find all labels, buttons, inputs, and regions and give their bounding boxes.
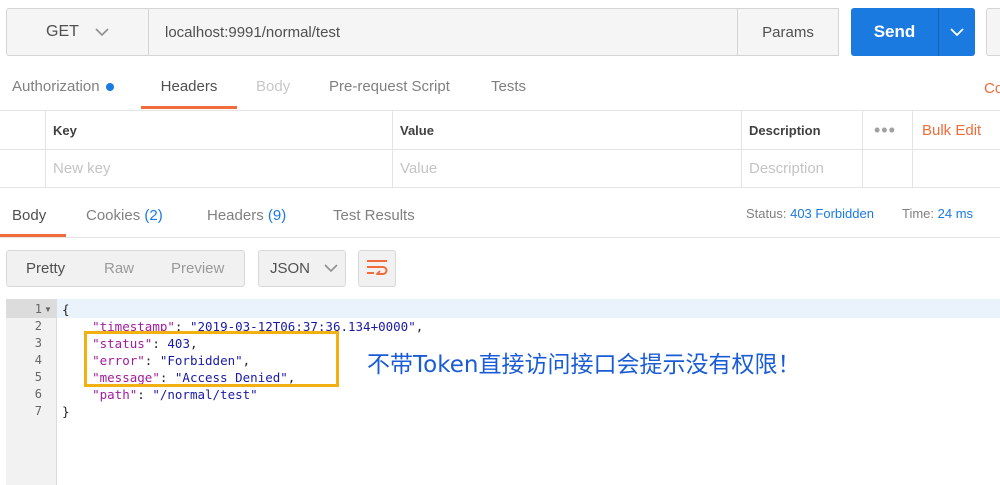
divider xyxy=(0,237,1000,238)
headers-table: Key Value Description ••• Bulk Edit New … xyxy=(0,110,1000,188)
table-header-row: Key Value Description ••• Bulk Edit xyxy=(0,111,1000,150)
tab-authorization[interactable]: Authorization xyxy=(12,78,114,110)
language-select[interactable]: JSON xyxy=(258,250,346,287)
json-key: "path" xyxy=(92,387,138,402)
annotation-highlight-box xyxy=(84,331,339,387)
line-number: 1 xyxy=(34,302,42,316)
new-key-input[interactable]: New key xyxy=(45,149,392,187)
ellipsis-icon: ••• xyxy=(874,119,896,140)
line-number: 2 xyxy=(34,319,42,333)
json-value: "/normal/test" xyxy=(152,387,258,402)
annotation-text: 不带Token直接访问接口会提示没有权限！ xyxy=(367,352,801,378)
tab-label: Cookies xyxy=(86,207,141,224)
response-tab-test-results[interactable]: Test Results xyxy=(333,207,415,224)
code-line: { xyxy=(62,302,70,317)
headers-count: (9) xyxy=(267,207,287,224)
tab-label: Authorization xyxy=(12,78,100,95)
table-row: New key Value Description xyxy=(0,149,1000,187)
more-options-button[interactable]: ••• xyxy=(866,111,912,149)
fold-arrow-icon[interactable]: ▼ xyxy=(44,301,52,318)
chevron-down-icon xyxy=(324,260,338,277)
response-tab-headers[interactable]: Headers (9) xyxy=(207,207,286,224)
chevron-down-icon xyxy=(950,24,964,40)
response-time: Time: 24 ms xyxy=(902,206,973,221)
chevron-down-icon xyxy=(95,24,109,40)
status-value: 403 Forbidden xyxy=(790,206,874,221)
code-line: "path": "/normal/test" xyxy=(92,387,258,402)
wrap-lines-icon xyxy=(366,259,388,278)
wrap-lines-button[interactable] xyxy=(358,250,396,287)
tab-pre-request-script[interactable]: Pre-request Script xyxy=(329,78,450,110)
column-header-description: Description xyxy=(749,122,821,138)
description-input[interactable]: Description xyxy=(741,149,1000,187)
url-input[interactable]: localhost:9991/normal/test xyxy=(149,8,738,56)
view-mode-group: Pretty Raw Preview xyxy=(6,250,245,287)
line-number: 4 xyxy=(34,353,42,367)
tab-tests[interactable]: Tests xyxy=(491,78,526,110)
response-tab-cookies[interactable]: Cookies (2) xyxy=(86,207,163,224)
column-header-key: Key xyxy=(53,122,77,138)
column-header-value: Value xyxy=(400,122,434,138)
send-options-button[interactable] xyxy=(938,8,975,56)
cookies-count: (2) xyxy=(144,207,163,224)
line-number: 6 xyxy=(34,387,42,401)
line-number: 5 xyxy=(34,370,42,384)
pretty-button[interactable]: Pretty xyxy=(26,251,65,286)
line-number: 3 xyxy=(34,336,42,350)
method-value: GET xyxy=(46,23,79,40)
time-label: Time: xyxy=(902,206,935,221)
response-tab-body[interactable]: Body xyxy=(12,207,46,224)
save-button[interactable] xyxy=(986,8,1000,56)
value-input[interactable]: Value xyxy=(392,149,741,187)
bulk-edit-label: Bulk Edit xyxy=(922,121,982,139)
time-value: 24 ms xyxy=(937,206,974,221)
tab-label: Headers xyxy=(207,207,264,224)
cookies-link[interactable]: Co xyxy=(984,80,1000,97)
current-line-highlight xyxy=(57,299,1000,318)
language-value: JSON xyxy=(270,260,311,277)
params-button[interactable]: Params xyxy=(737,8,839,56)
status-label: Status: xyxy=(746,206,787,221)
active-tab-indicator xyxy=(141,106,237,109)
send-button[interactable]: Send xyxy=(851,8,938,56)
tab-body[interactable]: Body xyxy=(256,78,290,110)
bulk-edit-button[interactable]: Bulk Edit xyxy=(914,111,1000,149)
code-line: } xyxy=(62,404,70,419)
indicator-dot-icon xyxy=(105,83,114,92)
preview-button[interactable]: Preview xyxy=(171,251,224,286)
line-number: 7 xyxy=(34,404,42,418)
response-status: Status: 403 Forbidden xyxy=(746,206,874,221)
method-select[interactable]: GET xyxy=(6,8,149,56)
raw-button[interactable]: Raw xyxy=(104,251,134,286)
